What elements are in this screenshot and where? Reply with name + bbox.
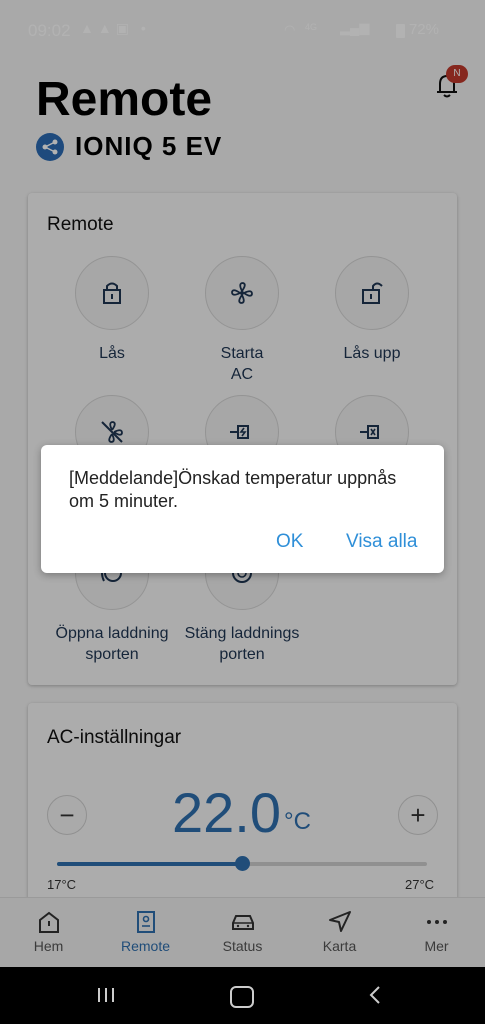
back-icon[interactable] xyxy=(368,985,382,1010)
dialog-message: [Meddelande]Önskad temperatur uppnås om … xyxy=(69,468,397,511)
ok-button[interactable]: OK xyxy=(276,531,303,553)
notification-dialog: [Meddelande]Önskad temperatur uppnås om … xyxy=(41,445,444,573)
recent-apps-icon[interactable] xyxy=(96,987,116,1003)
view-all-button[interactable]: Visa alla xyxy=(346,531,417,553)
system-nav-bar xyxy=(0,967,485,1024)
home-system-icon[interactable] xyxy=(230,986,254,1008)
